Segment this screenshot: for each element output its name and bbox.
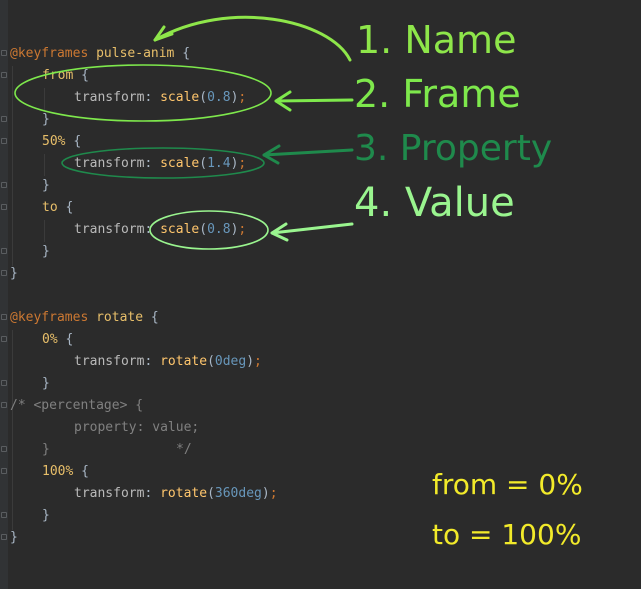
annotation-frame-label: 2. Frame [354,72,521,116]
annotation-name-label: 1. Name [356,18,517,62]
annotation-property-label: 3. Property [354,128,553,169]
arrow-frame [274,90,354,112]
value-highlight-ellipse [149,210,269,250]
annotation-value-label: 4. Value [354,180,515,226]
annotation-from-equals: from = 0% [432,468,583,501]
property-highlight-ellipse [61,147,265,179]
arrow-value [270,222,354,242]
arrow-name [153,15,352,62]
annotation-to-equals: to = 100% [432,518,582,551]
arrow-property [262,144,354,165]
frame-highlight-ellipse [14,64,272,122]
arrowhead [153,25,174,42]
